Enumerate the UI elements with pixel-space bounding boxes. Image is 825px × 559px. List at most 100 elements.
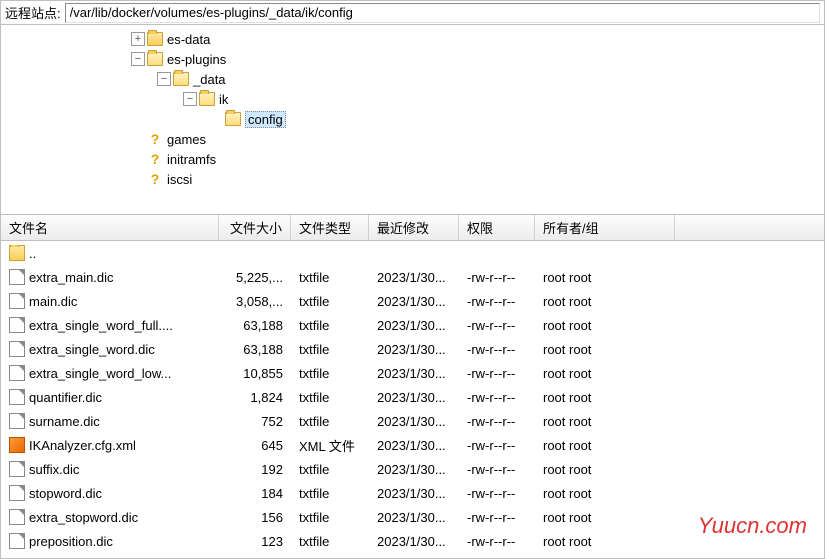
tree-item[interactable]: − ik bbox=[101, 89, 824, 109]
tree-item[interactable]: −es-plugins bbox=[101, 49, 824, 69]
file-row[interactable]: extra_single_word_low... 10,855txtfile202… bbox=[1, 361, 824, 385]
file-perm: -rw-r--r-- bbox=[459, 342, 535, 357]
file-row[interactable]: extra_single_word_full....63,188txtfile2… bbox=[1, 313, 824, 337]
file-row[interactable]: stopword.dic184txtfile2023/1/30...-rw-r-… bbox=[1, 481, 824, 505]
file-date: 2023/1/30... bbox=[369, 414, 459, 429]
unknown-icon: ? bbox=[147, 151, 163, 167]
text-file-icon bbox=[9, 341, 25, 357]
file-row[interactable]: extra_main.dic5,225,...txtfile2023/1/30.… bbox=[1, 265, 824, 289]
file-type: XML 文件 bbox=[291, 436, 369, 455]
tree-item[interactable]: config bbox=[101, 109, 824, 129]
file-row[interactable]: suffix.dic192txtfile2023/1/30...-rw-r--r… bbox=[1, 457, 824, 481]
file-list: 文件名 文件大小 文件类型 最近修改 权限 所有者/组 ..extra_main… bbox=[1, 215, 824, 558]
tree-expander-icon[interactable]: − bbox=[183, 92, 197, 106]
directory-tree[interactable]: +es-data−es-plugins−_data−ik config ?gam… bbox=[1, 25, 824, 215]
tree-item[interactable]: ?initramfs bbox=[101, 149, 824, 169]
file-perm: -rw-r--r-- bbox=[459, 438, 535, 453]
file-name: extra_single_word_low... bbox=[29, 366, 171, 381]
file-row[interactable]: extra_stopword.dic156txtfile2023/1/30...… bbox=[1, 505, 824, 529]
file-row[interactable]: surname.dic752txtfile2023/1/30...-rw-r--… bbox=[1, 409, 824, 433]
tree-item[interactable]: ?iscsi bbox=[101, 169, 824, 189]
col-header-owner[interactable]: 所有者/组 bbox=[535, 215, 675, 240]
file-date: 2023/1/30... bbox=[369, 438, 459, 453]
file-size: 10,855 bbox=[219, 366, 291, 381]
tree-item[interactable]: + es-data bbox=[101, 29, 824, 49]
file-size: 3,058,... bbox=[219, 294, 291, 309]
file-perm: -rw-r--r-- bbox=[459, 294, 535, 309]
file-date: 2023/1/30... bbox=[369, 294, 459, 309]
tree-expander-icon[interactable] bbox=[131, 152, 145, 166]
file-owner: root root bbox=[535, 270, 675, 285]
file-date: 2023/1/30... bbox=[369, 486, 459, 501]
file-size: 156 bbox=[219, 510, 291, 525]
folder-icon bbox=[147, 32, 163, 46]
file-size: 184 bbox=[219, 486, 291, 501]
file-owner: root root bbox=[535, 462, 675, 477]
folder-icon bbox=[173, 72, 189, 86]
text-file-icon bbox=[9, 365, 25, 381]
tree-expander-icon[interactable] bbox=[131, 172, 145, 186]
file-row[interactable]: preposition.dic123txtfile2023/1/30...-rw… bbox=[1, 529, 824, 553]
tree-expander-icon[interactable]: + bbox=[131, 32, 145, 46]
tree-expander-icon[interactable] bbox=[209, 112, 223, 126]
col-header-date[interactable]: 最近修改 bbox=[369, 215, 459, 240]
xml-file-icon bbox=[9, 437, 25, 453]
tree-item-label: iscsi bbox=[167, 172, 192, 187]
file-owner: root root bbox=[535, 318, 675, 333]
file-row[interactable]: extra_single_word.dic63,188txtfile2023/1… bbox=[1, 337, 824, 361]
tree-item-label: _data bbox=[193, 72, 226, 87]
file-row[interactable]: main.dic3,058,...txtfile2023/1/30...-rw-… bbox=[1, 289, 824, 313]
file-type: txtfile bbox=[291, 366, 369, 381]
file-date: 2023/1/30... bbox=[369, 366, 459, 381]
file-size: 1,824 bbox=[219, 390, 291, 405]
file-name: extra_single_word.dic bbox=[29, 342, 155, 357]
tree-expander-icon[interactable]: − bbox=[131, 52, 145, 66]
col-header-name[interactable]: 文件名 bbox=[1, 215, 219, 240]
remote-path-bar: 远程站点: bbox=[1, 1, 824, 25]
file-name: IKAnalyzer.cfg.xml bbox=[29, 438, 136, 453]
tree-item-label: ik bbox=[219, 92, 228, 107]
file-type: txtfile bbox=[291, 270, 369, 285]
remote-path-input[interactable] bbox=[65, 3, 820, 23]
file-type: txtfile bbox=[291, 390, 369, 405]
file-row[interactable]: IKAnalyzer.cfg.xml 645XML 文件2023/1/30...-… bbox=[1, 433, 824, 457]
tree-expander-icon[interactable] bbox=[131, 132, 145, 146]
file-row[interactable]: .. bbox=[1, 241, 824, 265]
tree-item-label: config bbox=[245, 111, 286, 128]
tree-item-label: es-data bbox=[167, 32, 210, 47]
file-perm: -rw-r--r-- bbox=[459, 462, 535, 477]
file-perm: -rw-r--r-- bbox=[459, 390, 535, 405]
tree-item[interactable]: − _data bbox=[101, 69, 824, 89]
text-file-icon bbox=[9, 293, 25, 309]
file-date: 2023/1/30... bbox=[369, 390, 459, 405]
file-type: txtfile bbox=[291, 342, 369, 357]
file-owner: root root bbox=[535, 486, 675, 501]
col-header-perm[interactable]: 权限 bbox=[459, 215, 535, 240]
remote-path-label: 远程站点: bbox=[1, 1, 65, 24]
file-owner: root root bbox=[535, 534, 675, 549]
file-size: 645 bbox=[219, 438, 291, 453]
file-name: extra_single_word_full.... bbox=[29, 318, 173, 333]
col-header-type[interactable]: 文件类型 bbox=[291, 215, 369, 240]
file-perm: -rw-r--r-- bbox=[459, 318, 535, 333]
folder-icon bbox=[147, 52, 163, 66]
file-row[interactable]: quantifier.dic 1,824txtfile2023/1/30...-r… bbox=[1, 385, 824, 409]
file-type: txtfile bbox=[291, 294, 369, 309]
tree-expander-icon[interactable]: − bbox=[157, 72, 171, 86]
file-type: txtfile bbox=[291, 534, 369, 549]
file-perm: -rw-r--r-- bbox=[459, 270, 535, 285]
file-type: txtfile bbox=[291, 462, 369, 477]
folder-icon bbox=[225, 112, 241, 126]
file-type: txtfile bbox=[291, 486, 369, 501]
folder-icon bbox=[199, 92, 215, 106]
file-perm: -rw-r--r-- bbox=[459, 414, 535, 429]
file-size: 752 bbox=[219, 414, 291, 429]
file-owner: root root bbox=[535, 366, 675, 381]
text-file-icon bbox=[9, 485, 25, 501]
tree-item-label: games bbox=[167, 132, 206, 147]
tree-item[interactable]: ?games bbox=[101, 129, 824, 149]
col-header-size[interactable]: 文件大小 bbox=[219, 215, 291, 240]
file-date: 2023/1/30... bbox=[369, 510, 459, 525]
file-owner: root root bbox=[535, 342, 675, 357]
file-name: quantifier.dic bbox=[29, 390, 102, 405]
